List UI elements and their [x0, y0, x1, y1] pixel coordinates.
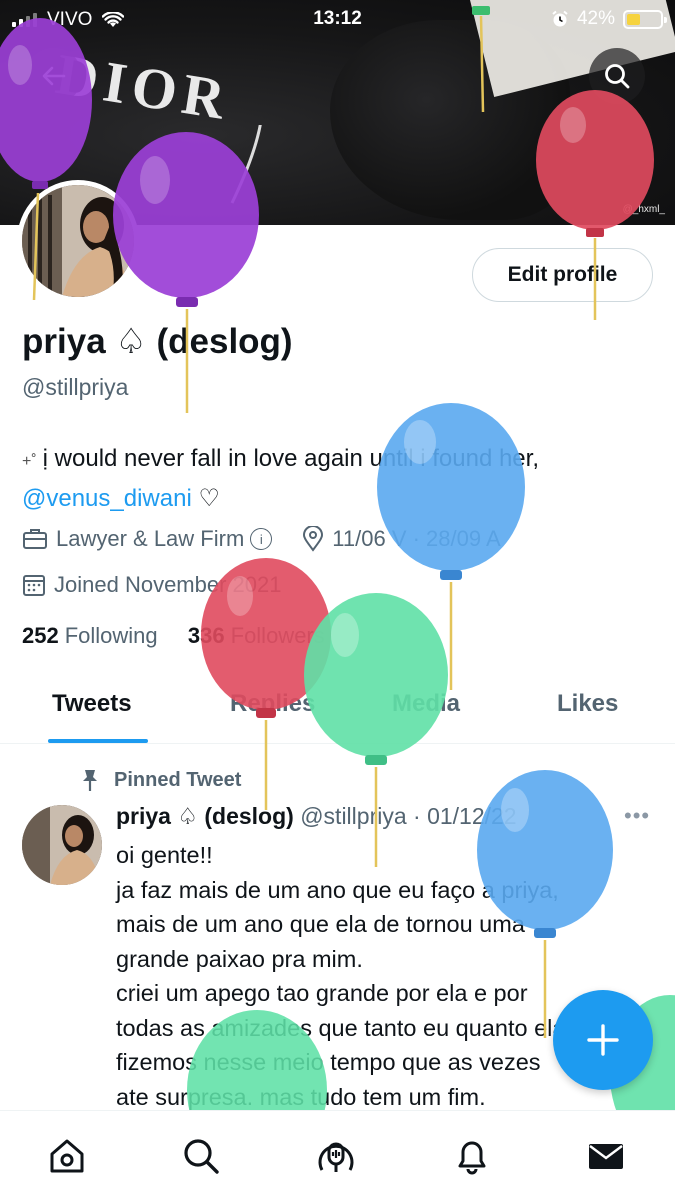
active-tab-indicator: [48, 739, 148, 743]
followers-count: 336: [187, 623, 225, 648]
tweet-date[interactable]: · 01/12/22: [413, 803, 517, 829]
tweet-header: priya ♤ (deslog) @stillpriya · 01/12/22: [116, 803, 517, 830]
home-icon: [50, 1139, 84, 1173]
bell-icon: [458, 1141, 486, 1175]
tweet-author-handle[interactable]: @stillpriya: [300, 803, 406, 829]
bio-text: ị would never fall in love again until i…: [42, 445, 539, 472]
banner-credit: @_hxml_: [622, 204, 665, 215]
status-right: 42%: [551, 8, 667, 30]
bio-mention-link[interactable]: @venus_diwani: [22, 485, 192, 512]
following-label: Following: [64, 623, 158, 648]
profile-meta-row: Lawyer & Law Firm i 11/06 V · 28/09 A: [22, 526, 501, 552]
nav-home[interactable]: [44, 1133, 90, 1179]
tweet-line: grande paixao pra mim.: [116, 945, 363, 972]
profile-category[interactable]: Lawyer & Law Firm: [56, 526, 244, 552]
profile-location: 11/06 V · 28/09 A: [332, 526, 501, 551]
following-link[interactable]: 252 Following: [22, 623, 158, 648]
tweet-avatar-image: [22, 805, 102, 885]
profile-avatar[interactable]: [17, 180, 139, 302]
info-icon[interactable]: i: [250, 528, 273, 550]
alarm-icon: [552, 10, 568, 27]
briefcase-icon: [23, 529, 47, 549]
location-pin-icon: [303, 526, 324, 552]
profile-name: priya ♤ (deslog): [22, 322, 293, 361]
back-arrow-icon: [42, 66, 66, 86]
pinned-label: Pinned Tweet: [114, 768, 242, 791]
tab-likes[interactable]: Likes: [557, 690, 618, 718]
spaces-icon: [318, 1142, 354, 1172]
tweet-author-avatar[interactable]: [22, 805, 102, 885]
tab-tweets[interactable]: Tweets: [52, 690, 132, 718]
tweet-line: ja faz mais de um ano que eu faço a priy…: [116, 876, 559, 903]
search-icon: [605, 64, 630, 89]
battery-icon: [623, 9, 667, 29]
bottom-navigation: [0, 1110, 675, 1200]
pin-icon: [83, 770, 97, 791]
tweet-author-name[interactable]: priya ♤ (deslog): [116, 803, 294, 829]
pinned-indicator: Pinned Tweet: [80, 768, 241, 792]
tweet-more-button[interactable]: •••: [624, 803, 650, 829]
profile-tabs: Tweets Replies Media Likes: [0, 672, 675, 744]
calendar-icon: [23, 575, 45, 596]
tab-media[interactable]: Media: [392, 690, 460, 718]
search-button[interactable]: [589, 48, 645, 104]
compose-tweet-button[interactable]: [553, 990, 653, 1090]
profile-bio: +˚ ị would never fall in love again until…: [22, 440, 642, 517]
profile-handle: @stillpriya: [22, 374, 129, 400]
avatar-image: [22, 185, 134, 297]
profile-joined-row: Joined November 2021: [22, 572, 281, 598]
plus-icon: [587, 1024, 619, 1056]
bio-heart: ♡: [198, 485, 220, 512]
search-icon: [184, 1139, 219, 1174]
profile-joined: Joined November 2021: [54, 572, 282, 597]
nav-explore[interactable]: [178, 1133, 224, 1179]
status-bar: VIVO 13:12 42%: [0, 0, 675, 38]
battery-percent: 42%: [576, 8, 615, 29]
back-button[interactable]: [26, 48, 82, 104]
tweet-line: oi gente!!: [116, 842, 213, 868]
nav-messages[interactable]: [583, 1133, 629, 1179]
following-count: 252: [22, 623, 59, 648]
envelope-icon: [589, 1144, 623, 1169]
followers-link[interactable]: 336 Followers: [188, 623, 325, 648]
follow-stats: 252 Following 336 Followers: [22, 623, 325, 649]
bio-decoration: +˚: [22, 453, 37, 470]
nav-spaces[interactable]: [313, 1133, 359, 1179]
tweet-line: mais de um ano que ela de tornou uma: [116, 911, 525, 937]
tab-replies[interactable]: Replies: [230, 690, 315, 718]
followers-label: Followers: [230, 623, 325, 648]
tweet-line: ate surpresa. mas tudo tem um fim.: [116, 1083, 486, 1110]
nav-notifications[interactable]: [449, 1133, 495, 1179]
edit-profile-button[interactable]: Edit profile: [472, 248, 653, 302]
